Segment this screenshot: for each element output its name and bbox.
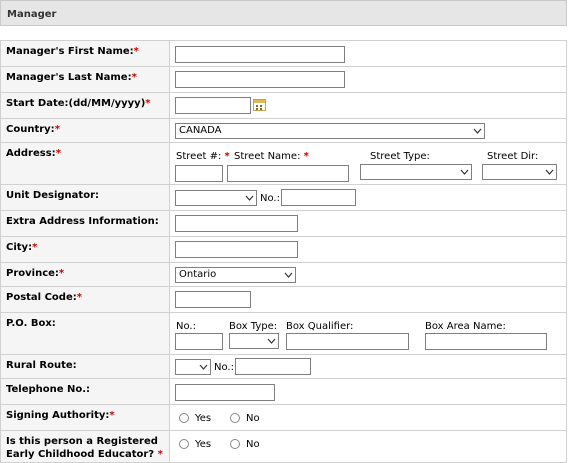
unit-no-label: No.:: [260, 193, 280, 204]
calendar-icon[interactable]: [253, 99, 266, 111]
required-mark: *: [145, 98, 151, 109]
street-number-input[interactable]: [175, 165, 223, 182]
chevron-down-icon: [245, 195, 254, 201]
province-label: Province:: [6, 268, 59, 279]
po-box-label: P.O. Box:: [6, 318, 56, 329]
required-mark: *: [131, 72, 137, 83]
required-mark: *: [157, 449, 163, 460]
signing-no-label: No: [246, 413, 260, 424]
street-dir-label: Street Dir:: [487, 151, 539, 162]
required-mark: *: [76, 292, 82, 303]
chevron-down-icon: [460, 169, 469, 175]
province-value: Ontario: [179, 269, 217, 280]
chevron-down-icon: [545, 169, 554, 175]
box-area-name-label: Box Area Name:: [425, 321, 506, 332]
city-input[interactable]: [175, 241, 298, 258]
signing-no-radio[interactable]: [230, 413, 240, 423]
extra-address-label: Extra Address Information:: [6, 216, 159, 227]
required-mark: *: [58, 268, 65, 279]
box-type-select[interactable]: [229, 333, 279, 349]
city-label: City:: [6, 242, 33, 253]
row-country: Country:* CANADA: [0, 118, 567, 143]
start-date-input[interactable]: [175, 97, 251, 114]
country-label: Country:: [6, 124, 55, 135]
row-extra-address: Extra Address Information:: [0, 210, 567, 237]
start-date-label: Start Date:(dd/MM/yyyy): [6, 98, 146, 109]
box-qualifier-label: Box Qualifier:: [286, 321, 354, 332]
section-title: Manager: [7, 9, 57, 20]
first-name-label: Manager's First Name:: [6, 46, 134, 57]
signing-yes-radio[interactable]: [179, 413, 189, 423]
street-name-input[interactable]: [227, 165, 349, 182]
row-city: City:*: [0, 236, 567, 263]
row-unit-designator: Unit Designator: No.:: [0, 184, 567, 211]
rural-route-select[interactable]: [175, 359, 211, 375]
box-qualifier-input[interactable]: [286, 333, 409, 350]
rural-no-label: No.:: [214, 362, 234, 373]
ece-label-line1: Is this person a Registered: [6, 436, 158, 447]
last-name-input[interactable]: [175, 71, 345, 88]
po-box-no-label: No.:: [176, 321, 196, 332]
chevron-down-icon: [199, 364, 208, 370]
telephone-label: Telephone No.:: [6, 384, 91, 395]
last-name-label: Manager's Last Name:: [6, 72, 132, 83]
chevron-down-icon: [267, 338, 276, 344]
row-postal-code: Postal Code:*: [0, 286, 567, 313]
signing-yes-label: Yes: [195, 413, 212, 424]
required-mark: *: [133, 46, 139, 57]
street-number-label: Street #:: [176, 151, 222, 162]
country-select[interactable]: CANADA: [175, 123, 485, 139]
box-area-name-input[interactable]: [425, 333, 547, 350]
required-mark: *: [54, 124, 60, 135]
chevron-down-icon: [473, 128, 482, 134]
unit-designator-select[interactable]: [175, 190, 257, 206]
province-select[interactable]: Ontario: [175, 267, 296, 283]
first-name-input[interactable]: [175, 46, 345, 63]
extra-address-input[interactable]: [175, 215, 298, 232]
row-rural-route: Rural Route: No.:: [0, 354, 567, 379]
street-type-label: Street Type:: [370, 151, 430, 162]
unit-designator-label: Unit Designator:: [6, 190, 99, 201]
row-po-box: P.O. Box: No.: Box Type: Box Qualifier: …: [0, 312, 567, 355]
unit-no-input[interactable]: [281, 189, 356, 206]
country-value: CANADA: [179, 125, 222, 136]
rural-no-input[interactable]: [235, 358, 311, 375]
row-ece: Is this person a Registered Early Childho…: [0, 430, 567, 463]
ece-yes-label: Yes: [195, 439, 212, 450]
row-province: Province:* Ontario: [0, 262, 567, 287]
po-box-no-input[interactable]: [175, 333, 223, 350]
chevron-down-icon: [284, 272, 293, 278]
street-type-select[interactable]: [360, 164, 472, 180]
postal-code-input[interactable]: [175, 291, 251, 308]
required-mark: *: [55, 148, 61, 159]
row-address: Address:* Street #: * Street Name: * Str…: [0, 142, 567, 185]
row-last-name: Manager's Last Name:*: [0, 66, 567, 93]
street-dir-select[interactable]: [482, 164, 557, 180]
row-signing-authority: Signing Authority:* Yes No: [0, 404, 567, 431]
required-mark: *: [32, 242, 38, 253]
ece-label-line2: Early Childhood Educator?: [6, 449, 155, 460]
address-label: Address:: [6, 148, 56, 159]
postal-code-label: Postal Code:: [6, 292, 77, 303]
rural-route-label: Rural Route:: [6, 360, 77, 371]
row-telephone: Telephone No.:: [0, 378, 567, 405]
ece-no-radio[interactable]: [230, 439, 240, 449]
required-mark: *: [303, 151, 309, 162]
street-name-label: Street Name:: [234, 151, 301, 162]
required-mark: *: [224, 151, 230, 162]
row-first-name: Manager's First Name:*: [0, 40, 567, 67]
required-mark: *: [109, 410, 115, 421]
row-start-date: Start Date:(dd/MM/yyyy)*: [0, 92, 567, 119]
signing-authority-label: Signing Authority:: [6, 410, 110, 421]
ece-yes-radio[interactable]: [179, 439, 189, 449]
box-type-label: Box Type:: [229, 321, 278, 332]
ece-no-label: No: [246, 439, 260, 450]
telephone-input[interactable]: [175, 384, 275, 401]
section-header: Manager: [0, 0, 567, 26]
